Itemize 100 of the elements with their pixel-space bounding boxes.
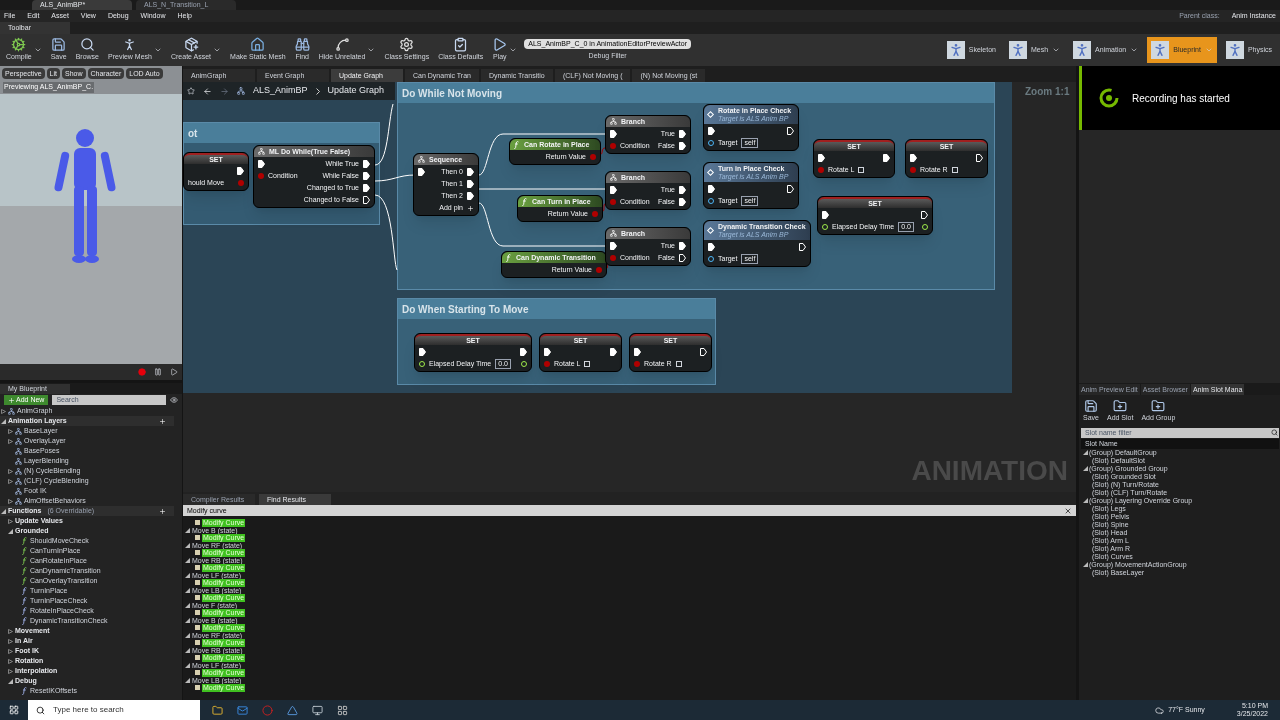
expander-arrow[interactable]	[8, 498, 13, 504]
back-icon[interactable]	[203, 86, 212, 96]
comment-title: Do When Starting To Move	[402, 302, 529, 317]
close-icon[interactable]	[1064, 506, 1072, 515]
exec-pin-icon[interactable]	[679, 254, 686, 262]
exec-pin-icon[interactable]	[679, 142, 686, 150]
exec-pin-icon[interactable]	[822, 211, 829, 219]
exec-pin-icon[interactable]	[910, 154, 917, 162]
exec-pin-icon[interactable]	[363, 196, 370, 204]
expander-arrow[interactable]	[8, 658, 13, 664]
exec-pin-icon[interactable]	[544, 348, 551, 356]
exec-pin-icon[interactable]	[610, 242, 617, 250]
exec-pin-icon[interactable]	[467, 192, 474, 200]
expander-arrow[interactable]	[8, 468, 13, 474]
exec-pin-icon[interactable]	[708, 127, 715, 135]
expander-arrow[interactable]	[8, 648, 13, 654]
exec-pin-icon[interactable]	[883, 154, 890, 162]
add-pin-icon[interactable]	[467, 204, 474, 212]
exec-pin-icon[interactable]	[467, 168, 474, 176]
exec-pin-icon[interactable]	[418, 168, 425, 176]
expander-arrow[interactable]	[8, 668, 13, 674]
exec-pin-icon[interactable]	[467, 180, 474, 188]
expander-arrow[interactable]	[1083, 562, 1088, 567]
folder-plus-icon	[1113, 399, 1128, 413]
favorite-icon[interactable]	[187, 87, 195, 95]
mail-icon[interactable]	[237, 704, 248, 716]
exec-pin-icon[interactable]	[520, 348, 527, 356]
expander-arrow[interactable]	[8, 678, 13, 684]
add-icon[interactable]	[159, 417, 166, 425]
monitor-icon[interactable]	[312, 704, 323, 716]
figure-icon	[946, 41, 965, 59]
expander-arrow[interactable]	[185, 542, 190, 548]
expander-arrow[interactable]	[185, 662, 190, 668]
checkbox[interactable]	[584, 361, 591, 367]
breadcrumb-current[interactable]: Update Graph	[327, 84, 385, 98]
exec-pin-icon[interactable]	[363, 160, 370, 168]
exec-pin-icon[interactable]	[708, 185, 715, 193]
expander-arrow[interactable]	[185, 647, 190, 653]
expander-arrow[interactable]	[8, 528, 13, 534]
exec-pin-icon[interactable]	[419, 348, 426, 356]
start-icon[interactable]	[9, 705, 19, 715]
exec-pin-icon[interactable]	[679, 242, 686, 250]
pause-icon[interactable]	[154, 368, 162, 376]
record-icon[interactable]	[138, 368, 146, 376]
folder-icon[interactable]	[212, 704, 223, 716]
exec-pin-icon[interactable]	[610, 348, 617, 356]
grid-icon[interactable]	[337, 704, 348, 716]
exec-pin-icon[interactable]	[679, 130, 686, 138]
house-icon	[250, 37, 266, 53]
forward-icon[interactable]	[220, 86, 229, 96]
exec-pin-icon[interactable]	[818, 154, 825, 162]
expander-arrow[interactable]	[8, 428, 13, 434]
exec-pin-icon[interactable]	[610, 130, 617, 138]
exec-pin-icon[interactable]	[787, 185, 794, 193]
exec-pin-icon[interactable]	[363, 172, 370, 180]
exec-pin-icon[interactable]	[679, 198, 686, 206]
caret-icon	[1130, 46, 1139, 54]
expander-arrow[interactable]	[1, 508, 6, 514]
checkbox[interactable]	[951, 167, 958, 173]
taskbar-search-field[interactable]: Type here to search	[28, 700, 200, 720]
expander-arrow[interactable]	[8, 438, 13, 444]
eye-icon[interactable]	[170, 396, 178, 404]
graph-icon	[15, 477, 22, 485]
exec-pin-icon[interactable]	[679, 186, 686, 194]
expander-arrow[interactable]	[185, 587, 190, 593]
exec-pin-icon[interactable]	[237, 167, 244, 175]
exec-pin-icon[interactable]	[700, 348, 707, 356]
exec-pin-icon[interactable]	[258, 160, 265, 168]
checkbox[interactable]	[858, 167, 865, 173]
add-icon[interactable]	[159, 507, 166, 515]
expander-arrow[interactable]	[8, 478, 13, 484]
exec-pin-icon[interactable]	[787, 127, 794, 135]
expander-arrow[interactable]	[185, 527, 190, 533]
expander-arrow[interactable]	[185, 677, 190, 683]
expander-arrow[interactable]	[185, 557, 190, 563]
expander-arrow[interactable]	[8, 638, 13, 644]
expander-arrow[interactable]	[8, 628, 13, 634]
exec-pin-icon[interactable]	[610, 186, 617, 194]
expander-arrow[interactable]	[185, 572, 190, 578]
expander-arrow[interactable]	[185, 602, 190, 608]
play-icon[interactable]	[170, 368, 178, 376]
breadcrumb-link[interactable]: ALS_AnimBP	[253, 84, 308, 98]
expander-arrow[interactable]	[1083, 450, 1088, 455]
exec-pin-icon[interactable]	[708, 243, 715, 251]
checkbox[interactable]	[675, 361, 682, 367]
triangle-icon[interactable]	[287, 704, 298, 716]
caret-icon	[509, 46, 518, 54]
exec-pin-icon[interactable]	[921, 211, 928, 219]
expander-arrow[interactable]	[1, 408, 6, 414]
expander-arrow[interactable]	[8, 518, 13, 524]
exec-pin-icon[interactable]	[798, 243, 806, 251]
expander-arrow[interactable]	[1083, 498, 1088, 503]
graph-canvas[interactable]	[183, 82, 1076, 492]
expander-arrow[interactable]	[185, 632, 190, 638]
expander-arrow[interactable]	[1, 418, 6, 424]
expander-arrow[interactable]	[185, 617, 190, 623]
exec-pin-icon[interactable]	[634, 348, 641, 356]
exec-pin-icon[interactable]	[363, 184, 370, 192]
exec-pin-icon[interactable]	[976, 154, 983, 162]
expander-arrow[interactable]	[1083, 466, 1088, 471]
